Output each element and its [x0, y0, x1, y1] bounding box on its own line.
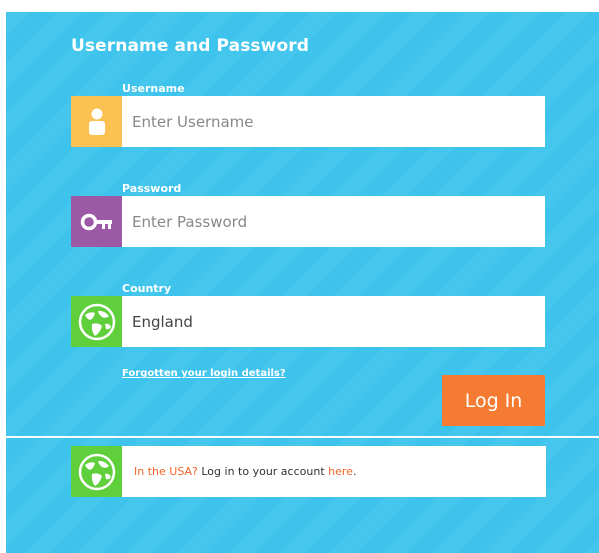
- globe-icon: [71, 446, 122, 497]
- country-label: Country: [122, 282, 172, 295]
- login-panel: Username and Password Username Password …: [6, 12, 599, 553]
- username-label: Username: [122, 82, 185, 95]
- username-field-group: [71, 96, 545, 147]
- usa-login-text: In the USA? Log in to your account here.: [122, 465, 356, 478]
- usa-suffix: .: [352, 465, 357, 478]
- usa-here-link[interactable]: here: [328, 465, 353, 478]
- login-button[interactable]: Log In: [442, 375, 545, 426]
- key-icon: [71, 196, 122, 247]
- country-select[interactable]: England: [122, 296, 545, 347]
- user-icon: [71, 96, 122, 147]
- divider: [6, 436, 599, 438]
- forgot-login-link[interactable]: Forgotten your login details?: [122, 368, 286, 379]
- form-title: Username and Password: [71, 36, 309, 56]
- globe-icon: [71, 296, 122, 347]
- username-input[interactable]: [122, 96, 545, 147]
- password-input[interactable]: [122, 196, 545, 247]
- password-field-group: [71, 196, 545, 247]
- usa-middle: Log in to your account: [197, 465, 329, 478]
- password-label: Password: [122, 182, 182, 195]
- country-field-group[interactable]: England: [71, 296, 545, 347]
- usa-login-box: In the USA? Log in to your account here.: [71, 446, 546, 497]
- usa-prefix: In the USA?: [134, 465, 198, 478]
